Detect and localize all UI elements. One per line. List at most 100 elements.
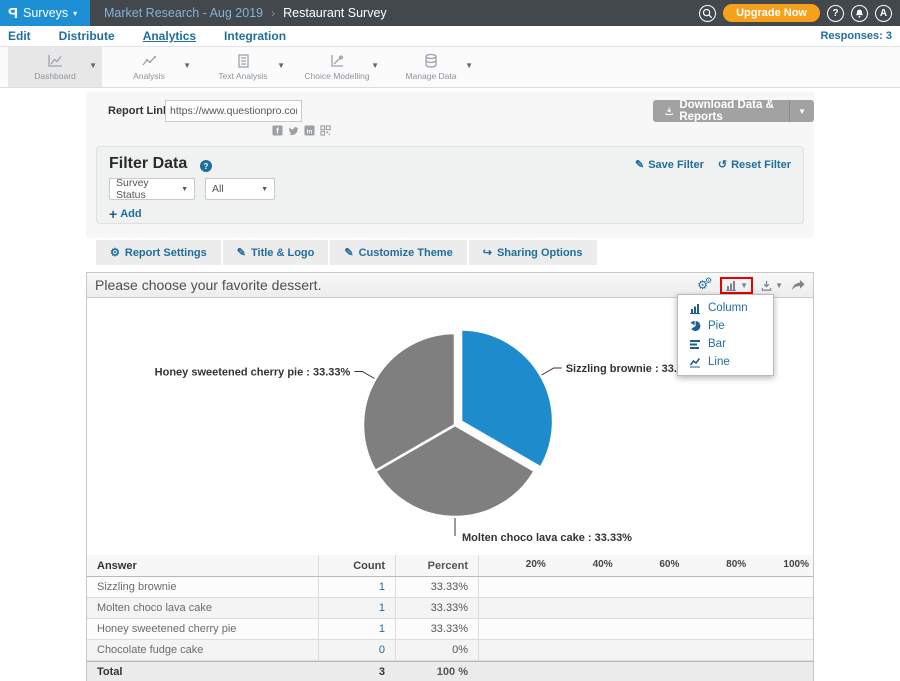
nav-integration[interactable]: Integration (224, 29, 286, 43)
column-chart-icon (689, 303, 701, 314)
total-count: 3 (318, 662, 395, 681)
breadcrumb-parent-link[interactable]: Market Research - Aug 2019 (104, 6, 263, 20)
chevron-down-icon: ▾ (73, 9, 77, 18)
dashboard-chart-icon (45, 53, 65, 69)
add-filter-label: Add (120, 208, 141, 220)
tab-title-logo[interactable]: ✎ Title & Logo (223, 240, 329, 265)
count-cell[interactable]: 1 (318, 598, 395, 618)
questionpro-analytics-dashboard: P Surveys ▾ Market Research - Aug 2019 ›… (0, 0, 900, 681)
save-filter-label: Save Filter (648, 159, 704, 171)
tab-customize-theme[interactable]: ✎Customize Theme (330, 240, 466, 265)
gears-icon: ⚙ (110, 246, 120, 259)
chart-download-button[interactable]: ▼ (761, 280, 783, 291)
total-label: Total (87, 662, 318, 681)
nav-distribute[interactable]: Distribute (59, 29, 115, 43)
percent-cell: 33.33% (395, 577, 478, 597)
count-cell[interactable]: 1 (318, 577, 395, 597)
help-button[interactable]: ? (827, 5, 844, 22)
add-filter-button[interactable]: +Add (109, 206, 142, 222)
twitter-icon[interactable] (288, 125, 299, 136)
text-analysis-document-icon (233, 53, 253, 69)
table-row: Honey sweetened cherry pie 1 33.33% (87, 619, 813, 640)
tab-label: Title & Logo (251, 247, 314, 259)
qr-code-icon[interactable] (320, 125, 331, 136)
chevron-down-icon: ▼ (183, 61, 191, 70)
chevron-down-icon: ▼ (277, 61, 285, 70)
svg-text:in: in (307, 128, 313, 135)
toolbar-item-text-analysis[interactable]: Text Analysis ▼ (196, 47, 290, 87)
reset-filter-button[interactable]: ↺Reset Filter (718, 158, 791, 171)
table-total-row: Total 3 100 % (87, 661, 813, 681)
download-data-reports-button[interactable]: Download Data & Reports ▼ (653, 100, 814, 122)
toolbar-item-label: Manage Data (405, 71, 456, 81)
menu-item-column[interactable]: Column (678, 299, 773, 317)
chart-settings-button[interactable]: ⚙⚙ (697, 277, 712, 293)
answer-cell: Chocolate fudge cake (87, 640, 318, 660)
axis-tick: 40% (593, 559, 613, 570)
pie-chart-icon (689, 320, 701, 332)
tab-report-settings[interactable]: ⚙Report Settings (96, 240, 221, 265)
filter-value-select[interactable]: All▼ (205, 178, 275, 200)
percent-cell: 33.33% (395, 598, 478, 618)
count-cell[interactable]: 1 (318, 619, 395, 639)
chevron-down-icon: ▼ (775, 281, 783, 290)
tab-sharing-options[interactable]: ↪ Sharing Options (469, 240, 597, 265)
line-chart-icon (689, 357, 701, 368)
analysis-scatter-icon (139, 53, 159, 69)
database-icon (421, 53, 441, 69)
results-table: Answer Count Percent 20% 40% 60% 80% 100… (87, 555, 813, 681)
filter-help-icon[interactable]: ? (200, 160, 212, 172)
menu-item-label: Pie (708, 320, 725, 332)
toolbar-item-dashboard[interactable]: Dashboard ▼ (8, 47, 102, 87)
axis-ticks: 20% 40% 60% 80% 100% (478, 555, 813, 576)
table-row: Molten choco lava cake 1 33.33% (87, 598, 813, 619)
edit-icon: ✎ (237, 246, 246, 259)
report-link-input[interactable] (165, 100, 302, 122)
toolbar-item-choice-modelling[interactable]: Choice Modelling ▼ (290, 47, 384, 87)
breadcrumb-current: Restaurant Survey (283, 6, 387, 20)
chart-type-button[interactable]: ▼ (725, 280, 748, 291)
filter-data-section: Filter Data ? ✎Save Filter ↺Reset Filter… (96, 146, 804, 224)
menu-item-label: Line (708, 356, 730, 368)
search-button[interactable] (699, 5, 716, 22)
bar-cell (478, 640, 813, 660)
menu-item-bar[interactable]: Bar (678, 335, 773, 353)
save-filter-button[interactable]: ✎Save Filter (635, 158, 704, 171)
notifications-button[interactable] (851, 5, 868, 22)
upgrade-now-button[interactable]: Upgrade Now (723, 4, 820, 22)
product-name: Surveys (23, 6, 68, 20)
bar-cell (478, 598, 813, 618)
linkedin-icon[interactable]: in (304, 125, 315, 136)
filter-value: All (212, 183, 224, 195)
questionpro-logo: P (8, 5, 18, 22)
download-options-caret[interactable]: ▼ (789, 100, 814, 122)
reset-filter-label: Reset Filter (731, 159, 791, 171)
table-row: Chocolate fudge cake 0 0% (87, 640, 813, 661)
share-icon: ↪ (483, 246, 492, 259)
surveys-menu[interactable]: P Surveys ▾ (0, 0, 90, 26)
avatar[interactable]: A (875, 5, 892, 22)
axis-tick: 20% (526, 559, 546, 570)
menu-item-line[interactable]: Line (678, 353, 773, 371)
plus-icon: + (109, 206, 117, 222)
count-cell[interactable]: 0 (318, 640, 395, 660)
nav-analytics[interactable]: Analytics (143, 29, 196, 43)
download-icon (665, 105, 673, 117)
axis-tick: 100% (783, 559, 809, 570)
download-icon (761, 280, 772, 291)
responses-count[interactable]: Responses: 3 (820, 30, 892, 42)
percent-cell: 33.33% (395, 619, 478, 639)
chart-share-button[interactable] (791, 279, 805, 291)
survey-status-select[interactable]: Survey Status▼ (109, 178, 195, 200)
menu-item-pie[interactable]: Pie (678, 317, 773, 335)
toolbar-item-label: Analysis (133, 71, 165, 81)
nav-edit[interactable]: Edit (8, 29, 31, 43)
toolbar-item-manage-data[interactable]: Manage Data ▼ (384, 47, 478, 87)
toolbar-item-analysis[interactable]: Analysis ▼ (102, 47, 196, 87)
toolbar-item-label: Choice Modelling (304, 71, 369, 81)
bar-chart-icon (689, 339, 701, 350)
facebook-icon[interactable]: f (272, 125, 283, 136)
tab-label: Sharing Options (497, 247, 583, 259)
total-percent: 100 % (395, 662, 478, 681)
header-count: Count (318, 555, 395, 576)
